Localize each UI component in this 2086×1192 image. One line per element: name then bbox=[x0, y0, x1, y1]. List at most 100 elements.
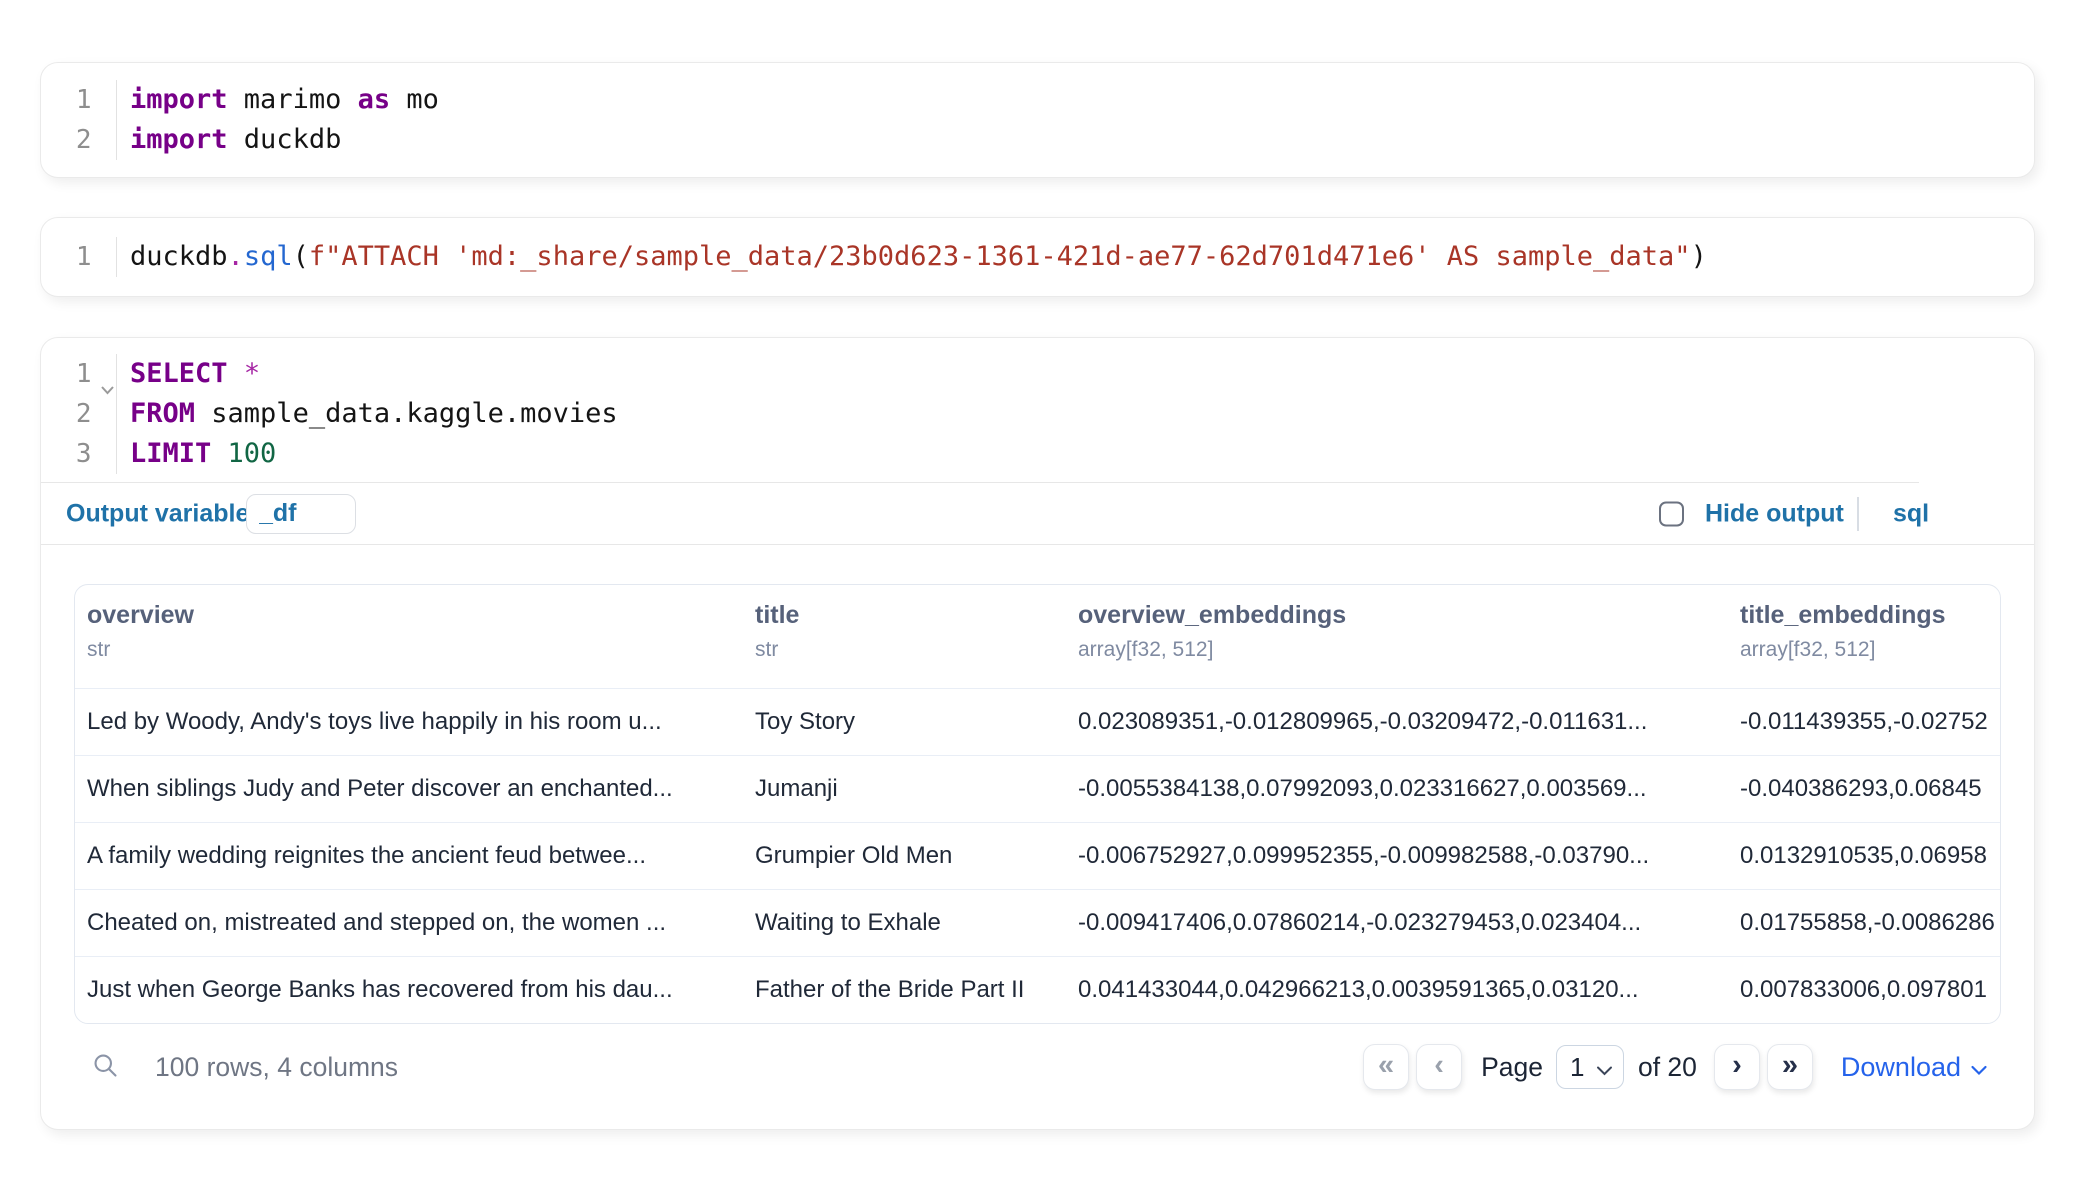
table-header-row: overview str title str overview_embeddin… bbox=[75, 585, 2000, 688]
code-token: import bbox=[130, 84, 228, 115]
code-editor-cell-3[interactable]: SELECT * FROM sample_data.kaggle.movies … bbox=[116, 354, 2035, 474]
pagination: « ‹ Page 1 of 20 › » Download bbox=[1363, 1044, 1988, 1090]
code-token: f"ATTACH 'md:_share/sample_data/23b0d623… bbox=[309, 241, 1691, 272]
code-cell-2: 1 duckdb.sql(f"ATTACH 'md:_share/sample_… bbox=[40, 217, 2035, 297]
table-row: Led by Woody, Andy's toys live happily i… bbox=[75, 688, 2000, 755]
output-variable-label: Output variable: bbox=[66, 499, 258, 528]
result-table: overview str title str overview_embeddin… bbox=[74, 584, 2001, 1024]
code-cell-1: 1 2 import marimo as mo import duckdb bbox=[40, 62, 2035, 178]
cell-overview-embeddings: -0.009417406,0.07860214,-0.023279453,0.0… bbox=[1078, 909, 1740, 937]
column-header-title[interactable]: title str bbox=[755, 601, 1078, 688]
table-row: Just when George Banks has recovered fro… bbox=[75, 956, 2000, 1023]
code-line: SELECT * bbox=[130, 354, 2034, 394]
column-type: array[f32, 512] bbox=[1078, 638, 1740, 662]
cell-overview-embeddings: 0.041433044,0.042966213,0.0039591365,0.0… bbox=[1078, 976, 1740, 1004]
cell-title: Grumpier Old Men bbox=[755, 842, 1078, 870]
table-footer: 100 rows, 4 columns « ‹ Page 1 of 20 › »… bbox=[41, 1037, 2034, 1097]
column-type: array[f32, 512] bbox=[1740, 638, 2000, 662]
code-token: FROM bbox=[130, 398, 195, 429]
prev-page-icon: ‹ bbox=[1434, 1049, 1444, 1082]
search-icon[interactable] bbox=[91, 1051, 119, 1084]
cell-overview-embeddings: -0.0055384138,0.07992093,0.023316627,0.0… bbox=[1078, 775, 1740, 803]
next-page-icon: › bbox=[1732, 1049, 1742, 1082]
cell-overview: When siblings Judy and Peter discover an… bbox=[87, 775, 755, 803]
cell-title: Jumanji bbox=[755, 775, 1078, 803]
column-type: str bbox=[755, 638, 1078, 662]
page-select-value: 1 bbox=[1570, 1052, 1584, 1083]
column-name: overview_embeddings bbox=[1078, 601, 1740, 630]
line-number-text: 1 bbox=[76, 359, 92, 389]
code-token: duckdb bbox=[130, 241, 228, 272]
column-type: str bbox=[87, 638, 755, 662]
first-page-icon: « bbox=[1378, 1049, 1394, 1082]
cell-title-embeddings: 0.0132910535,0.06958 bbox=[1740, 842, 2000, 870]
line-number: 1 bbox=[41, 80, 116, 120]
code-token: ( bbox=[293, 241, 309, 272]
code-line: LIMIT 100 bbox=[130, 434, 2034, 474]
code-line: FROM sample_data.kaggle.movies bbox=[130, 394, 2034, 434]
cell-title: Father of the Bride Part II bbox=[755, 976, 1078, 1004]
cell-title: Toy Story bbox=[755, 708, 1078, 736]
row-count-summary: 100 rows, 4 columns bbox=[155, 1052, 398, 1083]
code-token bbox=[211, 438, 227, 469]
column-header-overview[interactable]: overview str bbox=[87, 601, 755, 688]
column-header-title-embeddings[interactable]: title_embeddings array[f32, 512] bbox=[1740, 601, 2000, 688]
code-editor-cell-1[interactable]: import marimo as mo import duckdb bbox=[116, 80, 2035, 160]
column-name: title_embeddings bbox=[1740, 601, 2000, 630]
cell-overview-embeddings: -0.006752927,0.099952355,-0.009982588,-0… bbox=[1078, 842, 1740, 870]
chevron-down-icon bbox=[1596, 1052, 1613, 1083]
code-token: LIMIT bbox=[130, 438, 211, 469]
cell-title-embeddings: -0.011439355,-0.02752 bbox=[1740, 708, 2000, 736]
table-row: When siblings Judy and Peter discover an… bbox=[75, 755, 2000, 822]
column-header-overview-embeddings[interactable]: overview_embeddings array[f32, 512] bbox=[1078, 601, 1740, 688]
code-line: import duckdb bbox=[130, 120, 2034, 160]
line-number-gutter: 1 2 3 bbox=[41, 354, 116, 474]
line-number-gutter: 1 bbox=[41, 237, 116, 277]
page-total-label: of 20 bbox=[1638, 1052, 1697, 1083]
first-page-button[interactable]: « bbox=[1363, 1044, 1409, 1090]
code-editor-cell-2[interactable]: duckdb.sql(f"ATTACH 'md:_share/sample_da… bbox=[116, 237, 2035, 277]
line-number: 2 bbox=[41, 120, 116, 160]
prev-page-button[interactable]: ‹ bbox=[1416, 1044, 1462, 1090]
code-token: duckdb bbox=[228, 124, 342, 155]
output-divider bbox=[41, 544, 2034, 545]
hide-output-checkbox[interactable] bbox=[1659, 501, 1684, 526]
last-page-button[interactable]: » bbox=[1767, 1044, 1813, 1090]
code-token: import bbox=[130, 124, 228, 155]
code-token: sql bbox=[244, 241, 293, 272]
page-label: Page bbox=[1481, 1052, 1543, 1083]
download-button[interactable]: Download bbox=[1841, 1052, 1988, 1083]
options-divider bbox=[1857, 497, 1859, 531]
cell-overview: Cheated on, mistreated and stepped on, t… bbox=[87, 909, 755, 937]
language-toggle-sql[interactable]: sql bbox=[1893, 499, 1929, 528]
last-page-icon: » bbox=[1782, 1049, 1798, 1082]
page-select[interactable]: 1 bbox=[1556, 1045, 1624, 1089]
next-page-button[interactable]: › bbox=[1714, 1044, 1760, 1090]
cell-overview: Just when George Banks has recovered fro… bbox=[87, 976, 755, 1004]
line-number-gutter: 1 2 bbox=[41, 80, 116, 160]
cell-overview: Led by Woody, Andy's toys live happily i… bbox=[87, 708, 755, 736]
code-token: * bbox=[244, 358, 260, 389]
code-token: ) bbox=[1691, 241, 1707, 272]
download-label: Download bbox=[1841, 1052, 1961, 1083]
code-token: . bbox=[228, 241, 244, 272]
line-number: 2 bbox=[41, 394, 116, 434]
cell-options-row: Output variable: Hide output sql bbox=[41, 483, 2034, 544]
output-variable-input[interactable] bbox=[246, 494, 356, 534]
line-number: 1 bbox=[41, 354, 116, 394]
code-token: as bbox=[358, 84, 391, 115]
table-row: A family wedding reignites the ancient f… bbox=[75, 822, 2000, 889]
column-name: title bbox=[755, 601, 1078, 630]
line-number: 1 bbox=[41, 237, 116, 277]
column-name: overview bbox=[87, 601, 755, 630]
cell-overview-embeddings: 0.023089351,-0.012809965,-0.03209472,-0.… bbox=[1078, 708, 1740, 736]
code-line: import marimo as mo bbox=[130, 80, 2034, 120]
chevron-down-icon bbox=[1970, 1052, 1988, 1083]
hide-output-label[interactable]: Hide output bbox=[1705, 499, 1844, 528]
code-token bbox=[228, 358, 244, 389]
cell-overview: A family wedding reignites the ancient f… bbox=[87, 842, 755, 870]
table-row: Cheated on, mistreated and stepped on, t… bbox=[75, 889, 2000, 956]
code-token: marimo bbox=[228, 84, 358, 115]
cell-title-embeddings: -0.040386293,0.06845 bbox=[1740, 775, 2000, 803]
code-token: SELECT bbox=[130, 358, 228, 389]
